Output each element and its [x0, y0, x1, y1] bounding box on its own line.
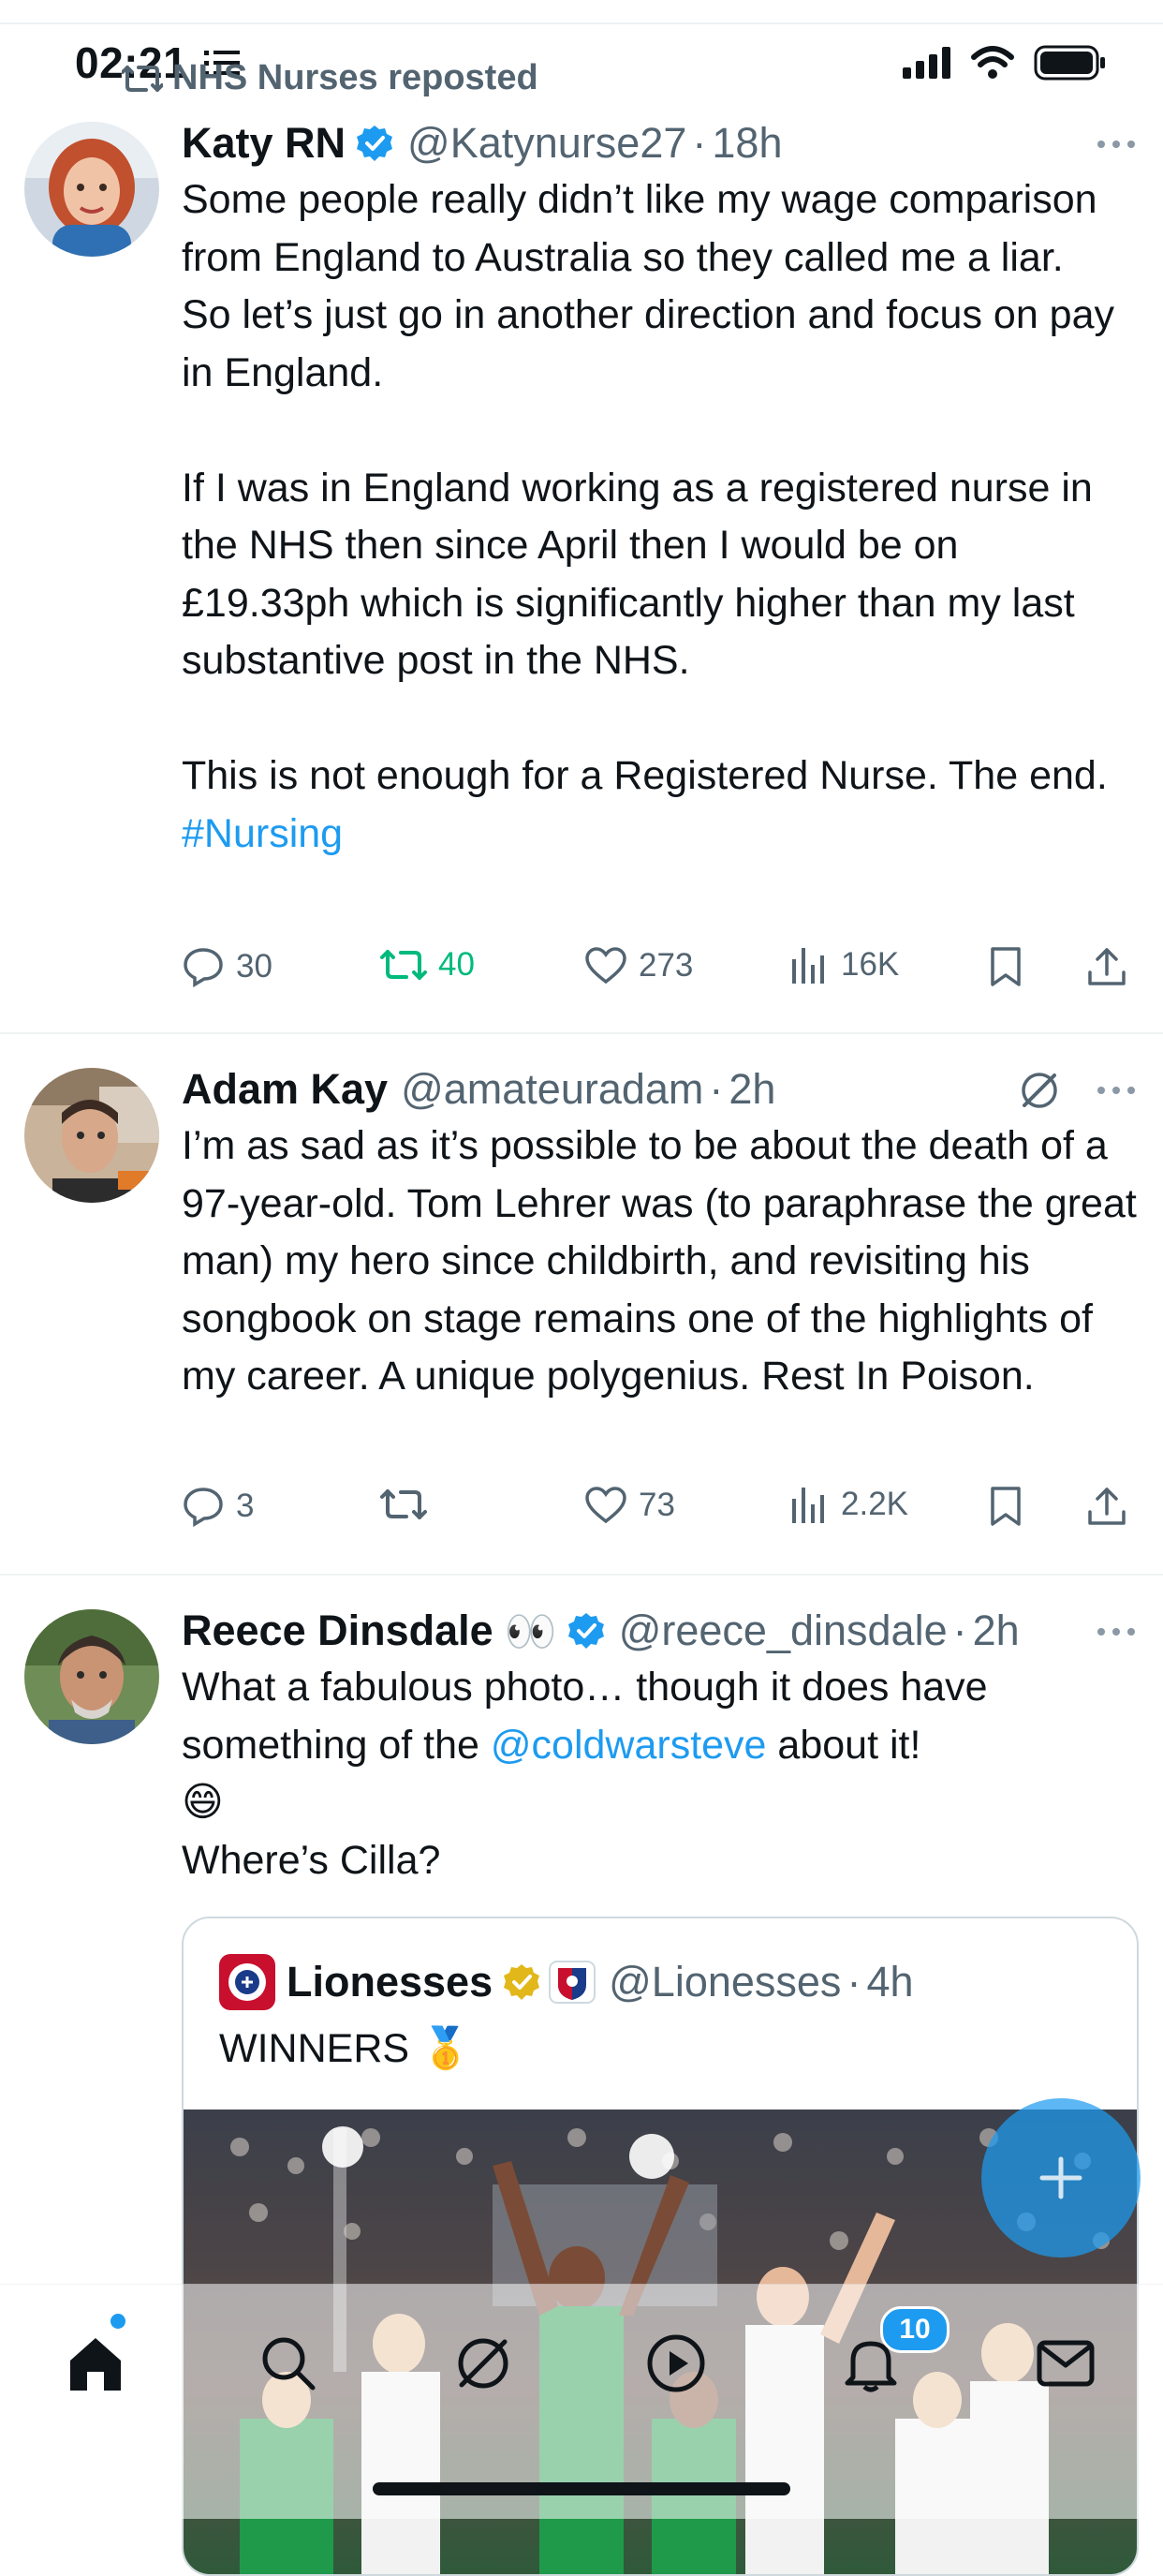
bookmark-button[interactable]: [989, 1486, 1023, 1527]
avatar-katy[interactable]: [24, 122, 159, 257]
more-options-icon[interactable]: [1097, 1087, 1135, 1094]
post-divider: [0, 1032, 1163, 1034]
analytics-icon: [792, 948, 824, 984]
grok-tab[interactable]: [446, 2326, 521, 2401]
author-handle[interactable]: @amateuradam: [401, 1065, 703, 1114]
verified-badge-icon: [355, 124, 394, 163]
name-emoji: 👀: [504, 1606, 557, 1655]
author-handle[interactable]: @Katynurse27: [407, 119, 686, 168]
post-time[interactable]: 18h: [712, 119, 782, 168]
views-button[interactable]: 2.2K: [790, 1486, 908, 1523]
gold-verified-badge-icon: [502, 1962, 541, 2002]
like-button[interactable]: 73: [584, 1486, 675, 1525]
home-tab[interactable]: [58, 2326, 133, 2401]
reply-icon: [184, 948, 223, 987]
share-icon: [1088, 1488, 1126, 1525]
repost-icon: [380, 1489, 427, 1519]
analytics-icon: [792, 1488, 824, 1523]
share-button[interactable]: [1086, 1486, 1127, 1527]
repost-count: 40: [438, 946, 475, 983]
home-icon: [70, 2338, 121, 2391]
quote-post-time[interactable]: 4h: [866, 1958, 913, 2006]
like-count: 273: [639, 947, 694, 984]
post-reece[interactable]: Reece Dinsdale 👀 @reece_dinsdale · 2h Wh…: [182, 1603, 1137, 1889]
video-tab[interactable]: [639, 2326, 714, 2401]
grok-icon[interactable]: [1017, 1068, 1062, 1118]
bookmark-icon: [991, 1487, 1021, 1526]
author-name[interactable]: Katy RN: [182, 119, 346, 168]
repost-icon: [380, 950, 427, 980]
bookmark-icon: [991, 947, 1021, 986]
battery-icon: [1034, 45, 1105, 81]
messages-tab[interactable]: [1028, 2326, 1103, 2401]
quote-author-handle[interactable]: @Lionesses: [609, 1958, 841, 2006]
affiliate-badge-icon: [549, 1961, 596, 2004]
grok-icon: [458, 2338, 508, 2389]
share-button[interactable]: [1086, 946, 1127, 987]
post-divider: [0, 1574, 1163, 1576]
quote-text: WINNERS 🥇: [219, 2026, 471, 2071]
plus-icon: [1039, 2156, 1082, 2199]
heart-icon: [585, 947, 626, 985]
like-count: 73: [639, 1487, 675, 1523]
heart-icon: [585, 1487, 626, 1524]
compose-button[interactable]: [981, 2098, 1141, 2258]
post-actions: 3 73 2.2K: [182, 1486, 1137, 1542]
post-adam[interactable]: Adam Kay @amateuradam · 2h I’m as sad as…: [182, 1061, 1137, 1406]
like-button[interactable]: 273: [584, 946, 693, 985]
repost-banner[interactable]: NHS Nurses reposted: [122, 58, 538, 98]
more-options-icon[interactable]: [1097, 141, 1135, 148]
notification-count-badge: 10: [880, 2306, 950, 2353]
reply-button[interactable]: 30: [182, 946, 272, 987]
mention-link[interactable]: @coldwarsteve: [491, 1723, 767, 1768]
search-icon: [262, 2337, 316, 2391]
post-text: I’m as sad as it’s possible to be about …: [182, 1123, 1148, 1399]
author-name[interactable]: Adam Kay: [182, 1065, 388, 1114]
verified-badge-icon: [567, 1611, 606, 1651]
reply-count: 30: [236, 948, 272, 985]
post-text: Some people really didn’t like my wage c…: [182, 177, 1115, 856]
wifi-icon: [971, 46, 1014, 79]
quote-author-name[interactable]: Lionesses: [287, 1958, 493, 2006]
avatar-adam[interactable]: [24, 1068, 159, 1203]
hashtag-link[interactable]: #Nursing: [182, 811, 343, 856]
repost-button[interactable]: [380, 1486, 438, 1523]
mail-icon: [1037, 2340, 1095, 2387]
post-time[interactable]: 2h: [973, 1606, 1020, 1655]
repost-button[interactable]: 40: [380, 946, 475, 984]
home-indicator[interactable]: [373, 2482, 790, 2495]
post-time[interactable]: 2h: [729, 1065, 775, 1114]
more-options-icon[interactable]: [1097, 1628, 1135, 1636]
play-icon: [647, 2334, 705, 2392]
avatar-reece[interactable]: [24, 1609, 159, 1744]
repost-icon: [122, 65, 163, 92]
bookmark-button[interactable]: [989, 946, 1023, 987]
search-tab[interactable]: [251, 2326, 326, 2401]
view-count: 2.2K: [841, 1486, 908, 1522]
cellular-signal-icon: [903, 47, 950, 79]
reply-icon: [184, 1488, 223, 1527]
quote-avatar[interactable]: [219, 1954, 275, 2010]
post-text: What a fabulous photo… though it does ha…: [182, 1665, 999, 1883]
share-icon: [1088, 948, 1126, 985]
views-button[interactable]: 16K: [790, 946, 899, 984]
reply-button[interactable]: 3: [182, 1486, 254, 1527]
repost-banner-text: NHS Nurses reposted: [172, 58, 538, 97]
author-name[interactable]: Reece Dinsdale: [182, 1606, 493, 1655]
view-count: 16K: [841, 946, 900, 983]
post-actions: 30 40 273 16K: [182, 946, 1137, 1002]
reply-count: 3: [236, 1488, 255, 1524]
home-unread-dot: [110, 2314, 125, 2329]
post-katy[interactable]: Katy RN @Katynurse27 · 18h Some people r…: [182, 115, 1137, 863]
author-handle[interactable]: @reece_dinsdale: [619, 1606, 948, 1655]
